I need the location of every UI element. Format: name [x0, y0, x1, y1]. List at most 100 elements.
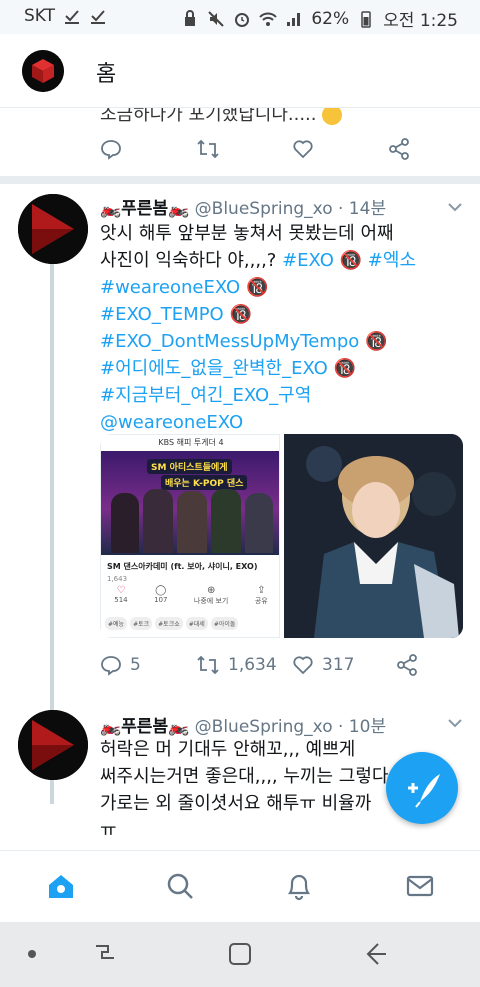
- share-button[interactable]: [388, 138, 410, 160]
- like-button[interactable]: 317: [292, 654, 396, 676]
- reply-icon: [101, 656, 121, 676]
- alarm-lock-icon: [185, 9, 196, 26]
- timestamp: · 14분: [338, 199, 387, 219]
- feather-plus-icon: [408, 774, 440, 808]
- hashtag-link[interactable]: #weareoneEXO: [100, 277, 240, 298]
- retweet-button[interactable]: [196, 138, 292, 160]
- reply-count: 5: [130, 655, 141, 675]
- video-thumbnail: SM 아티스트들에게 배우는 K-POP 댄스: [101, 451, 279, 555]
- bottom-navigation: [0, 850, 480, 922]
- back-icon[interactable]: [362, 940, 388, 968]
- exo-emoji-icon: 🔞: [365, 331, 388, 352]
- battery-icon: [361, 10, 371, 28]
- tweet-avatar[interactable]: [18, 194, 88, 264]
- tweet-text-line: 사진이 익숙하다 야,,,,? #EXO 🔞 #엑소: [100, 250, 416, 271]
- kbs-header: KBS 해피 투게더 4: [101, 435, 279, 451]
- tweet-divider: [0, 176, 480, 184]
- video-like[interactable]: ♡ 514: [114, 585, 127, 606]
- messages-envelope-icon[interactable]: [405, 871, 435, 901]
- tweet-meta: 🏍️푸른봄🏍️ @BlueSpring_xo · 10분: [100, 712, 386, 737]
- share-icon: [397, 654, 417, 676]
- previous-tweet-text: 조금하다가 포기했답니다.....: [100, 108, 343, 126]
- hashtag-link[interactable]: #지금부터_여긴_EXO_구역: [100, 385, 311, 406]
- display-name[interactable]: 🏍️푸른봄🏍️: [100, 717, 189, 737]
- previous-tweet-actions: [100, 138, 410, 160]
- mention-link[interactable]: @weareoneEXO: [100, 412, 243, 433]
- reply-icon: [101, 140, 121, 160]
- video-caption: SM 댄스아카데미 (ft. 보아, 샤이니, EXO): [107, 562, 258, 571]
- tweet-text-line: #weareoneEXO 🔞: [100, 274, 440, 301]
- media-image-photo[interactable]: [284, 434, 463, 638]
- retweet-icon: [197, 139, 219, 159]
- compose-tweet-button[interactable]: [386, 752, 458, 824]
- like-count: 317: [322, 655, 355, 675]
- page-title: 홈: [96, 62, 117, 87]
- exo-emoji-icon: 🔞: [245, 277, 269, 298]
- mute-icon: [208, 10, 225, 27]
- video-comment[interactable]: ◯ 107: [154, 585, 167, 606]
- exo-emoji-icon: 🔞: [333, 358, 356, 379]
- play-logo-icon: [18, 710, 88, 780]
- banner-line2: 배우는 K-POP 댄스: [161, 475, 248, 490]
- tweet-avatar[interactable]: [18, 710, 88, 780]
- hashtag-link[interactable]: #엑소: [368, 250, 416, 271]
- home-button-icon[interactable]: [226, 940, 254, 968]
- view-count: 1,643: [107, 575, 128, 583]
- system-navigation-bar: [0, 922, 480, 987]
- tweet-body: 앗시 해투 앞부분 놓쳐서 못봤는데 어째 사진이 익숙하다 야,,,,? #E…: [100, 220, 440, 436]
- grin-emoji-icon: [322, 108, 343, 125]
- hashtag-link[interactable]: #EXO_TEMPO: [100, 304, 224, 325]
- chevron-down-icon[interactable]: [446, 714, 464, 732]
- share-button[interactable]: [396, 654, 418, 676]
- tweet-text-line: #지금부터_여긴_EXO_구역: [100, 382, 440, 409]
- tweet-media[interactable]: KBS 해피 투게더 4 SM 아티스트들에게 배우는 K-POP 댄스 SM …: [100, 434, 463, 638]
- timeline-feed[interactable]: 조금하다가 포기했답니다..... 🏍️푸른봄🏍️ @BlueSpring_xo…: [0, 108, 480, 850]
- display-name[interactable]: 🏍️푸른봄🏍️: [100, 199, 189, 219]
- media-image-kbs[interactable]: KBS 해피 투게더 4 SM 아티스트들에게 배우는 K-POP 댄스 SM …: [100, 434, 280, 638]
- exo-emoji-icon: 🔞: [339, 250, 363, 271]
- clock-time: 오전 1:25: [383, 11, 458, 31]
- notifications-bell-icon[interactable]: [284, 871, 314, 901]
- download-check-icon: [65, 10, 80, 24]
- app-header: 홈: [0, 34, 480, 108]
- video-actions: ♡ 514 ◯ 107 ⊕ 나중에 보기 ⇪ 공유: [101, 585, 279, 606]
- hashtag-link[interactable]: #어디에도_없을_완벽한_EXO: [100, 358, 328, 379]
- signal-icon: [287, 12, 301, 26]
- search-icon[interactable]: [165, 871, 195, 901]
- wifi-icon: [259, 12, 278, 26]
- battery-percent: 62%: [311, 8, 350, 29]
- banner-line1: SM 아티스트들에게: [147, 459, 232, 474]
- reply-button[interactable]: [100, 138, 196, 160]
- heart-icon: [293, 140, 313, 159]
- play-logo-icon: [18, 194, 88, 264]
- video-chips: #예능 #토크 #토크쇼 #대세 #아이돌: [105, 617, 239, 630]
- handle[interactable]: @BlueSpring_xo: [195, 717, 333, 737]
- video-save[interactable]: ⊕ 나중에 보기: [194, 585, 228, 606]
- alarm-clock-icon: [235, 12, 250, 27]
- home-icon[interactable]: [46, 871, 76, 901]
- tweet-text-line: 앗시 해투 앞부분 놓쳐서 못봤는데 어째: [100, 223, 394, 244]
- exo-emoji-icon: 🔞: [229, 304, 252, 325]
- profile-avatar[interactable]: [22, 50, 64, 92]
- like-button[interactable]: [292, 138, 388, 160]
- status-bar: SKT 62% 오전 1:25: [0, 0, 480, 34]
- video-share[interactable]: ⇪ 공유: [255, 585, 268, 606]
- handle[interactable]: @BlueSpring_xo: [195, 199, 333, 219]
- timestamp: · 10분: [338, 717, 387, 737]
- tweet-text-line: @weareoneEXO: [100, 409, 440, 436]
- tweet-text-line: #EXO_TEMPO 🔞: [100, 301, 440, 328]
- reply-button[interactable]: 5: [100, 654, 196, 676]
- retweet-button[interactable]: 1,634: [196, 654, 292, 676]
- tweet-text-line: #어디에도_없을_완벽한_EXO 🔞: [100, 355, 440, 382]
- chevron-down-icon[interactable]: [446, 198, 464, 216]
- cube-logo-icon: [22, 50, 64, 92]
- share-icon: [389, 138, 409, 160]
- tweet-meta: 🏍️푸른봄🏍️ @BlueSpring_xo · 14분: [100, 194, 386, 219]
- carrier-label: SKT: [24, 6, 56, 26]
- recent-apps-icon[interactable]: [92, 940, 118, 968]
- hashtag-link[interactable]: #EXO: [282, 250, 334, 271]
- heart-icon: [293, 656, 313, 675]
- retweet-count: 1,634: [228, 655, 277, 675]
- performer-photo: [284, 434, 463, 638]
- hashtag-link[interactable]: #EXO_DontMessUpMyTempo: [100, 331, 359, 352]
